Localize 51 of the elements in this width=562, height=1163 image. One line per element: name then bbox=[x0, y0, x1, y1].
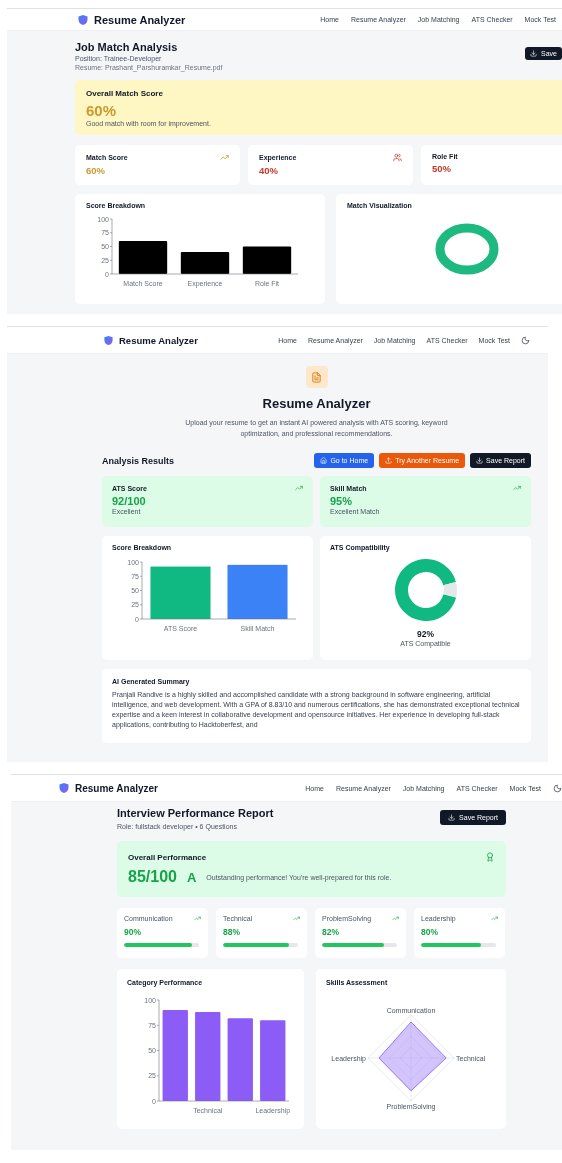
bar bbox=[242, 246, 292, 274]
bar bbox=[227, 564, 288, 619]
trend-up-icon bbox=[491, 915, 498, 922]
radar-area bbox=[378, 1021, 447, 1092]
page-title: Resume Analyzer bbox=[262, 396, 371, 411]
page-title: Interview Performance Report bbox=[117, 807, 274, 819]
section-title: Analysis Results bbox=[102, 455, 175, 466]
trend-up-icon bbox=[513, 484, 521, 492]
metric-value: 40% bbox=[259, 165, 279, 176]
trend-up-icon bbox=[293, 915, 300, 922]
upload-icon bbox=[385, 457, 393, 464]
trend-up-icon bbox=[295, 484, 303, 492]
trend-up-icon bbox=[220, 153, 229, 162]
trend-up-icon bbox=[194, 915, 201, 922]
award-icon bbox=[485, 852, 495, 862]
score-value: 95% bbox=[330, 495, 354, 507]
home-icon bbox=[320, 457, 328, 464]
y-axis bbox=[139, 561, 143, 620]
app-title: Resume Analyzer bbox=[75, 782, 158, 794]
card-title: Overall Match Score bbox=[86, 89, 164, 98]
download-icon bbox=[448, 814, 456, 821]
skill-value: 80% bbox=[421, 927, 439, 937]
ring-drawing bbox=[435, 223, 499, 275]
theme-toggle-icon[interactable] bbox=[521, 335, 530, 345]
trend-up-icon bbox=[392, 915, 399, 922]
bar bbox=[150, 566, 211, 619]
shield-logo-icon bbox=[103, 334, 114, 346]
skill-value: 82% bbox=[322, 927, 340, 937]
download-icon bbox=[530, 50, 538, 57]
metric-value: 60% bbox=[86, 165, 106, 176]
skill-value: 90% bbox=[124, 927, 142, 937]
overall-score: 85/100 bbox=[128, 868, 177, 886]
overall-score: 60% bbox=[86, 102, 118, 119]
users-icon bbox=[393, 153, 402, 162]
metric-value: 50% bbox=[432, 163, 452, 174]
y-axis bbox=[109, 218, 113, 275]
app-title: Resume Analyzer bbox=[119, 334, 198, 346]
app-title: Resume Analyzer bbox=[94, 13, 186, 26]
bar bbox=[118, 241, 168, 274]
bar bbox=[180, 252, 230, 274]
document-icon bbox=[311, 371, 322, 383]
card-title: Overall Performance bbox=[128, 852, 207, 862]
skill-value: 88% bbox=[223, 927, 241, 937]
download-icon bbox=[476, 457, 484, 464]
theme-toggle-icon[interactable] bbox=[553, 783, 562, 793]
page-title: Job Match Analysis bbox=[75, 41, 179, 53]
shield-logo-icon bbox=[77, 13, 89, 26]
shield-logo-icon bbox=[58, 782, 70, 794]
score-value: 92/100 bbox=[112, 495, 147, 507]
compatibility-value: 92% bbox=[417, 629, 434, 639]
grade: A bbox=[186, 869, 197, 885]
